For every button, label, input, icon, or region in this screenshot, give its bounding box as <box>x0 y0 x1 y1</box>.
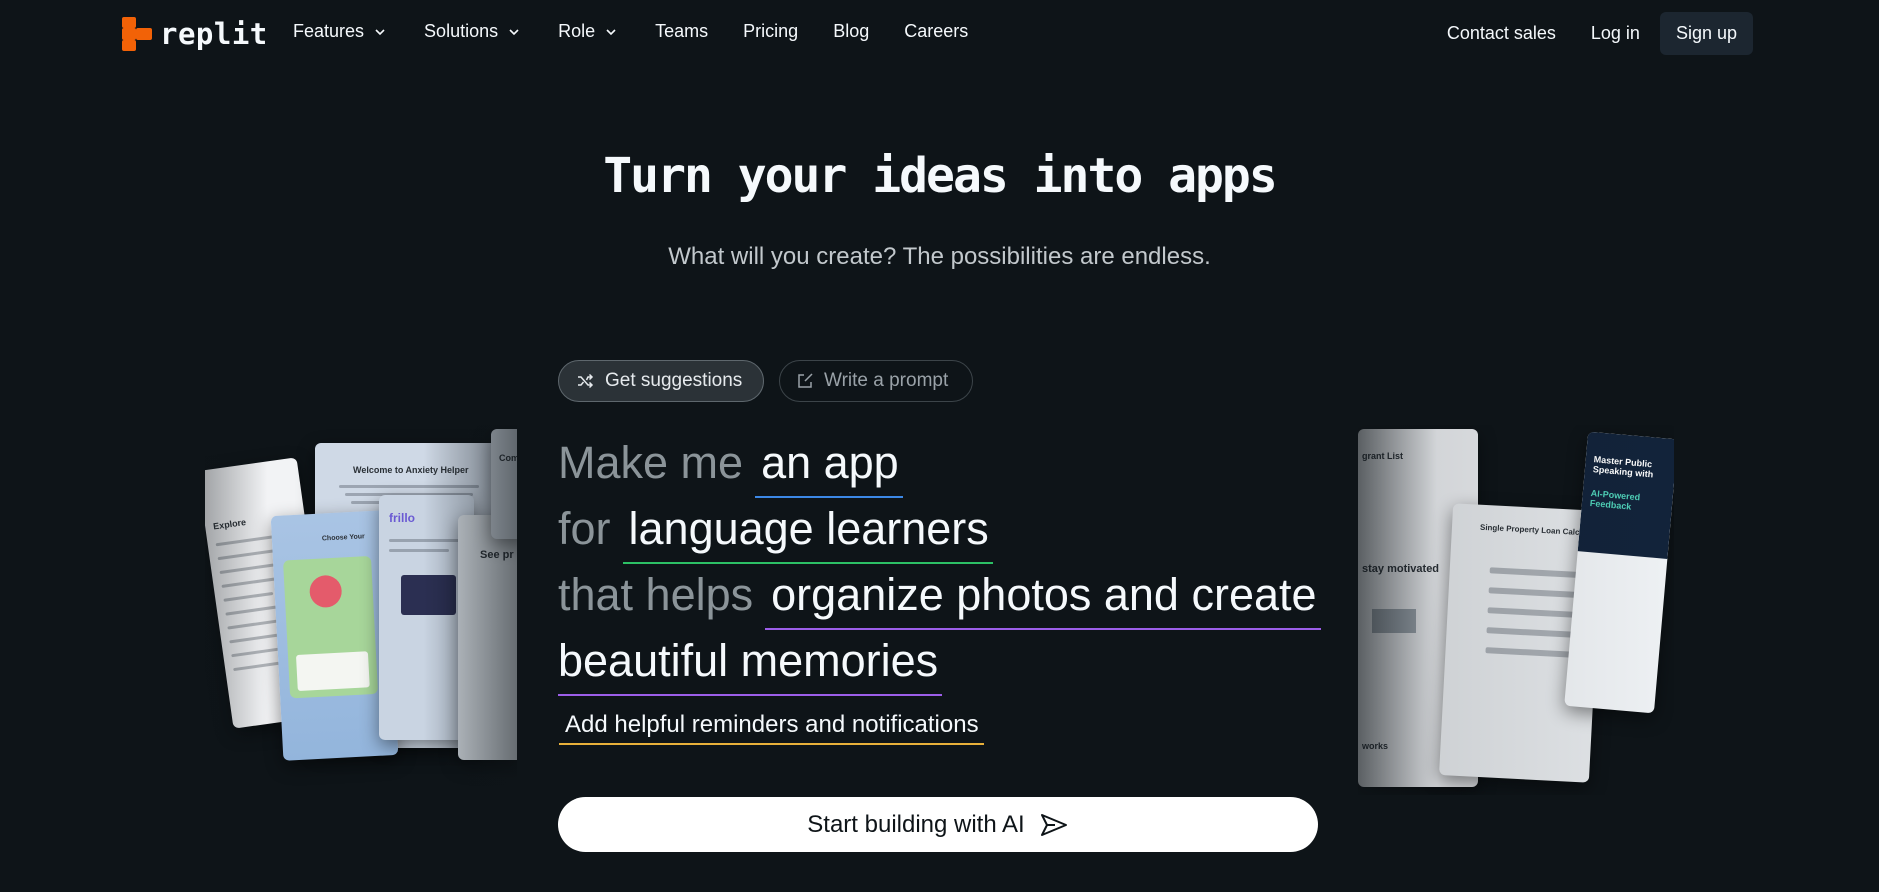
get-suggestions-tab[interactable]: Get suggestions <box>558 360 764 402</box>
nav-solutions-dropdown[interactable]: Solutions <box>424 21 520 42</box>
card-anxiety-title: Welcome to Anxiety Helper <box>353 465 469 475</box>
shuffle-icon <box>578 373 594 389</box>
nav-features-dropdown[interactable]: Features <box>293 21 386 42</box>
logo-wordmark: replit <box>160 17 268 51</box>
write-prompt-label: Write a prompt <box>824 370 949 391</box>
showcase-card-public-speaking: Master Public Speaking with AI-Powered F… <box>1564 431 1674 714</box>
login-link[interactable]: Log in <box>1591 23 1640 44</box>
write-prompt-tab[interactable]: Write a prompt <box>779 360 973 402</box>
start-building-button[interactable]: Start building with AI <box>558 797 1318 852</box>
card-see-title: See pr <box>480 549 514 561</box>
prompt-line-4: beautiful memories <box>558 630 1318 696</box>
nav-teams-link[interactable]: Teams <box>655 21 708 42</box>
send-icon <box>1040 813 1067 836</box>
nav-features-label: Features <box>293 21 365 41</box>
nav-actions: Contact sales Log in Sign up <box>1447 12 1753 55</box>
showcase-card-comp: Comp <box>491 429 517 539</box>
card-explore-title: Explore <box>212 517 247 532</box>
nav-pricing-link[interactable]: Pricing <box>743 21 798 42</box>
nav-solutions-label: Solutions <box>424 21 499 41</box>
chevron-down-icon <box>606 28 616 35</box>
replit-logo[interactable]: replit <box>122 17 268 51</box>
start-building-label: Start building with AI <box>807 810 1025 838</box>
card-grant-title: grant List <box>1362 451 1404 461</box>
prompt-option-audience[interactable]: language learners <box>622 498 993 564</box>
card-motivated-title: stay motivated <box>1362 563 1440 575</box>
chevron-down-icon <box>375 28 385 35</box>
chevron-down-icon <box>509 28 519 35</box>
prompt-option-goal[interactable]: organize photos and create <box>765 564 1321 630</box>
nav-blog-link[interactable]: Blog <box>833 21 869 42</box>
prompt-add-feature-option[interactable]: Add helpful reminders and notifications <box>559 711 984 745</box>
prompt-builder: Make me an app for language learners tha… <box>558 432 1321 696</box>
prompt-prefix-for: for <box>558 503 611 554</box>
card-works-title: works <box>1362 741 1389 751</box>
prompt-line-3: that helps organize photos and create <box>558 564 1321 630</box>
prompt-line-2: for language learners <box>558 498 1318 564</box>
nav-links: Features Solutions Role Teams Pricing Bl… <box>293 21 1003 42</box>
signup-button[interactable]: Sign up <box>1659 12 1753 55</box>
nav-role-label: Role <box>558 21 596 41</box>
prompt-prefix-make: Make me <box>558 437 744 488</box>
get-suggestions-label: Get suggestions <box>605 370 743 391</box>
prompt-line-1: Make me an app <box>558 432 1318 498</box>
contact-sales-link[interactable]: Contact sales <box>1447 23 1556 44</box>
card-comp-title: Comp <box>499 453 517 463</box>
prompt-option-app-type[interactable]: an app <box>755 432 903 498</box>
card-choose-title: Choose Your <box>321 533 365 543</box>
showcase-card-see: See pr <box>458 515 517 760</box>
nav-careers-link[interactable]: Careers <box>904 21 968 42</box>
edit-icon <box>798 373 813 388</box>
nav-role-dropdown[interactable]: Role <box>558 21 617 42</box>
showcase-left-cards: Explore Welcome to Anxiety Helper Choose… <box>205 425 517 790</box>
hero-title: Turn your ideas into apps <box>603 148 1277 204</box>
hero-subtitle: What will you create? The possibilities … <box>668 243 1211 270</box>
prompt-option-goal-cont[interactable]: beautiful memories <box>558 630 943 696</box>
top-navigation: replit Features Solutions Role Teams Pri… <box>0 0 1879 68</box>
prompt-prefix-helps: that helps <box>558 569 754 620</box>
replit-logo-icon <box>122 17 152 51</box>
card-frillo-title: frillo <box>389 511 415 525</box>
showcase-right-cards: grant List stay motivated works Single P… <box>1358 425 1674 795</box>
